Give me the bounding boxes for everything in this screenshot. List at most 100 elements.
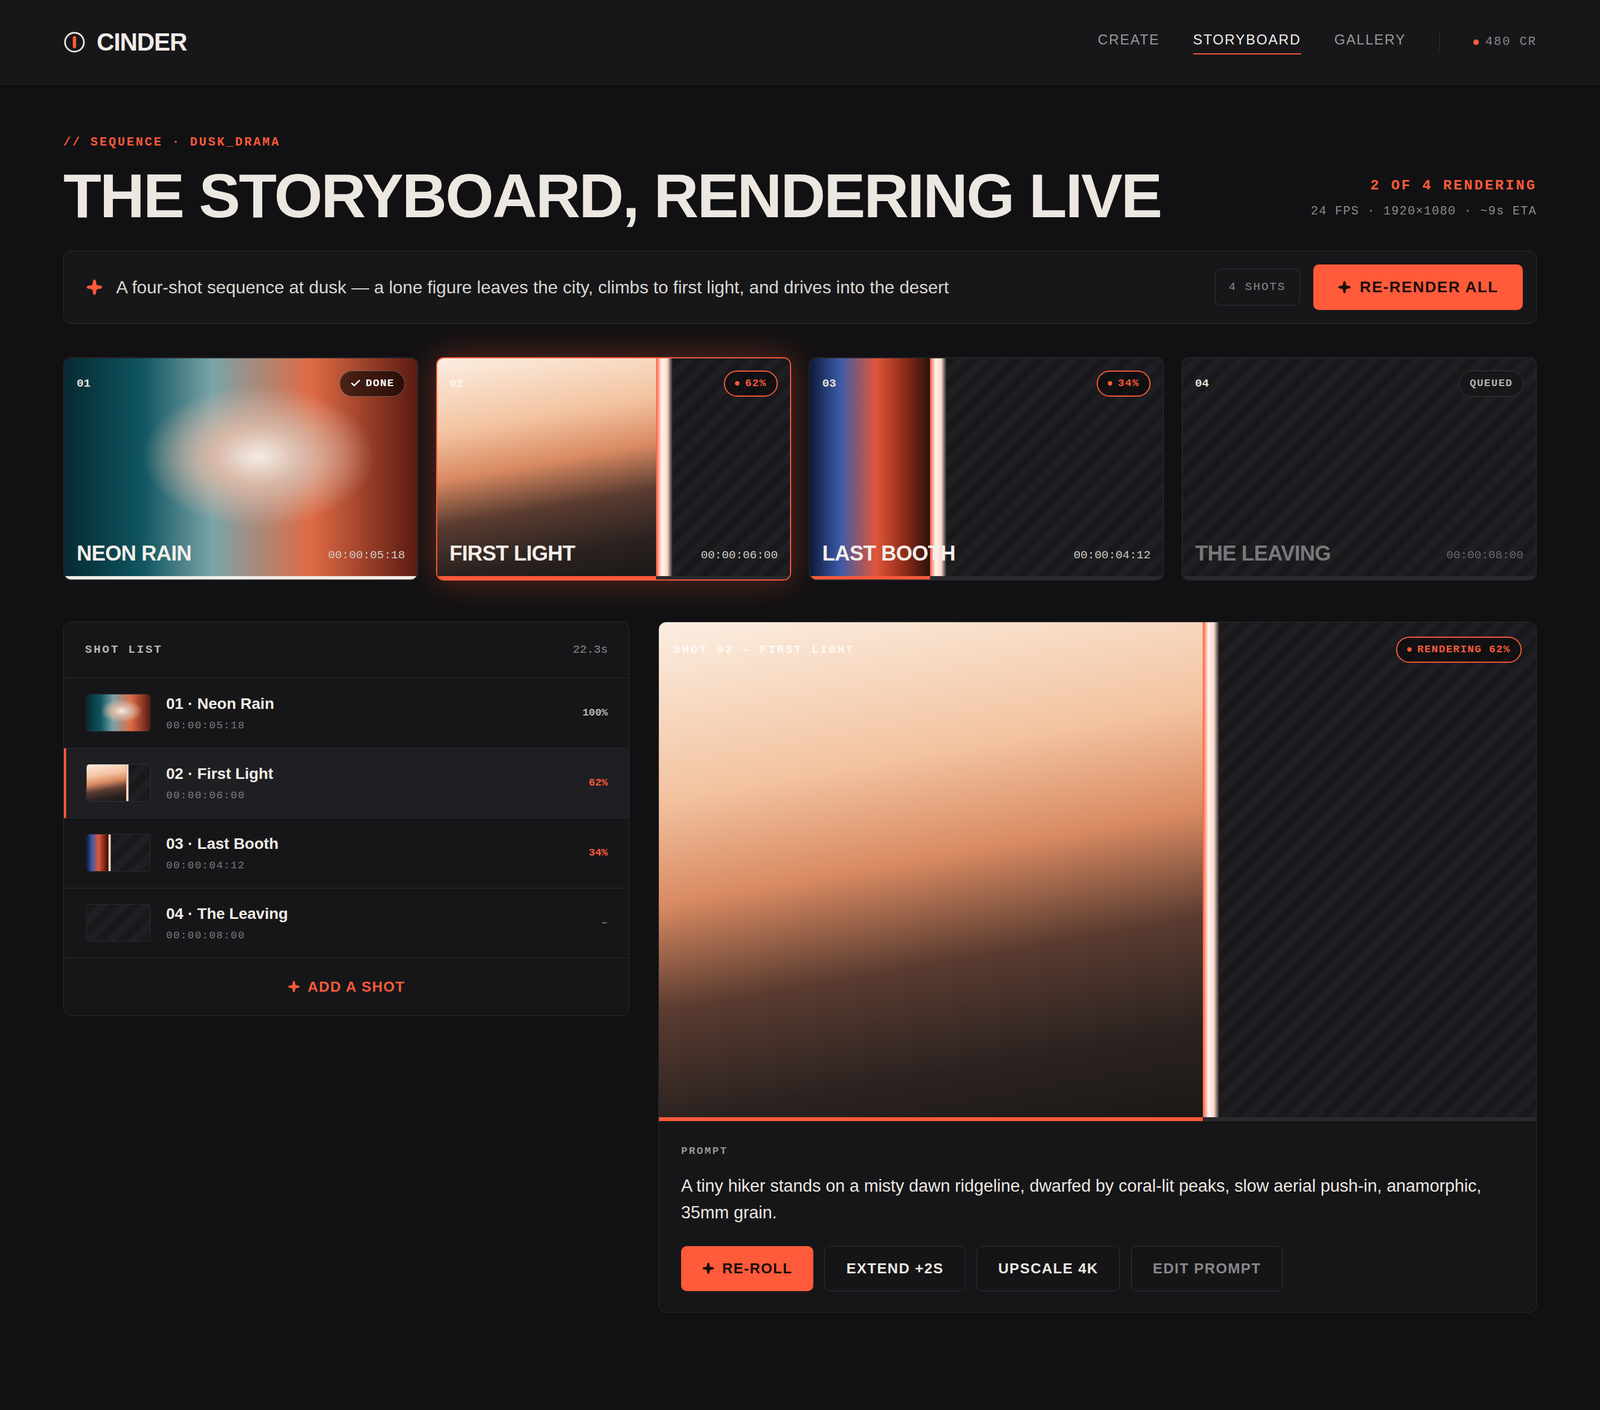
shot-row[interactable]: 03 · Last Booth00:00:04:12 34% <box>63 818 629 889</box>
shot-timecode: 00:00:04:12 <box>166 857 574 874</box>
storyboard: // SEQUENCE · DUSK_DRAMA THE STORYBOARD, … <box>0 84 1600 1402</box>
shot-timecode: 00:00:08:00 <box>166 927 587 944</box>
rendered-area <box>86 764 127 802</box>
progress-bar <box>1182 576 1536 580</box>
shot-name: 02 · First Light <box>166 762 574 786</box>
render-status: 2 OF 4 RENDERING24 FPS · 1920×1080 · ~9s… <box>1310 175 1537 228</box>
shot-card[interactable]: 02 62% FIRST LIGHT 00:00:06:00 <box>436 357 792 581</box>
shot-frame <box>86 764 150 802</box>
shot-title: LAST BOOTH <box>822 542 955 564</box>
shot-row[interactable]: 02 · First Light00:00:06:00 62% <box>63 748 629 819</box>
preview-progress <box>658 1117 1537 1122</box>
shot-percent: – <box>601 915 608 932</box>
status-badge: QUEUED <box>1458 370 1524 397</box>
shot-timecode: 00:00:05:18 <box>166 717 567 734</box>
sequence-prompt[interactable]: A four-shot sequence at dusk — a lone fi… <box>116 273 1202 301</box>
shot-percent: 34% <box>588 845 608 862</box>
status-badge: RENDERING 62% <box>1396 636 1522 663</box>
rendered-area <box>658 622 1203 1118</box>
shot-timecode: 00:00:06:00 <box>700 546 778 565</box>
main-nav: CREATE STORYBOARD GALLERY 480 CR <box>1097 29 1537 55</box>
re-render-all-button[interactable]: RE-RENDER ALL <box>1313 264 1523 310</box>
eyebrow: // SEQUENCE · DUSK_DRAMA <box>63 133 1162 152</box>
shot-number: 02 <box>449 370 464 393</box>
shot-title: THE LEAVING <box>1195 542 1331 564</box>
shot-timecode: 00:00:08:00 <box>1446 546 1524 565</box>
shot-thumbnail <box>86 763 151 802</box>
sparkle-icon <box>1337 280 1352 294</box>
prompt-bar: A four-shot sequence at dusk — a lone fi… <box>63 250 1537 324</box>
sparkle-icon <box>287 980 300 993</box>
shot-title: NEON RAIN <box>76 542 192 564</box>
shot-row[interactable]: 01 · Neon Rain00:00:05:18 100% <box>63 678 629 749</box>
check-icon <box>350 377 362 389</box>
shot-list: SHOT LIST 22.3s 01 · Neon Rain00:00:05:18 1… <box>63 621 630 1017</box>
page-title: THE STORYBOARD, RENDERING LIVE <box>63 165 1162 228</box>
logo[interactable]: CINDER <box>63 23 187 61</box>
rendered-area <box>86 694 150 732</box>
top-bar: CINDER CREATE STORYBOARD GALLERY 480 CR <box>0 0 1600 85</box>
prompt-label: PROMPT <box>681 1143 1514 1160</box>
pending-area <box>1219 622 1537 1118</box>
shot-number: 01 <box>76 370 91 393</box>
shot-thumbnail <box>86 903 151 942</box>
scan-line <box>656 358 673 577</box>
progress-bar <box>64 576 418 580</box>
shot-name: 01 · Neon Rain <box>166 692 567 716</box>
shot-percent: 62% <box>588 775 608 792</box>
status-badge: DONE <box>339 370 405 397</box>
shot-frame <box>86 904 150 942</box>
status-badge: 62% <box>723 370 778 397</box>
shot-count: 4 SHOTS <box>1215 268 1300 306</box>
pending-area <box>111 834 150 872</box>
shot-card[interactable]: 03 34% LAST BOOTH 00:00:04:12 <box>808 357 1164 581</box>
shot-prompt: A tiny hiker stands on a misty dawn ridg… <box>681 1172 1514 1227</box>
rendered-area <box>86 834 109 872</box>
sparkle-icon <box>702 1262 715 1275</box>
status-dot <box>1407 647 1412 652</box>
shot-name: 04 · The Leaving <box>166 902 587 926</box>
shot-percent: 100% <box>582 705 608 722</box>
nav-item[interactable]: STORYBOARD <box>1193 29 1302 55</box>
action-button[interactable]: EXTEND +2S <box>824 1246 965 1292</box>
shot-list-total: 22.3s <box>572 641 608 659</box>
shot-title: FIRST LIGHT <box>449 542 575 564</box>
status-badge: 34% <box>1096 370 1151 397</box>
shot-card[interactable]: 01 DONE NEON RAIN 00:00:05:18 <box>63 357 419 581</box>
shot-frame <box>658 622 1537 1118</box>
shot-frame <box>86 694 150 732</box>
shot-preview: SHOT 02 — FIRST LIGHT RENDERING 62% PROMPT… <box>658 621 1537 1313</box>
app: CINDER CREATE STORYBOARD GALLERY 480 CR // SE… <box>0 0 1600 1410</box>
shot-card[interactable]: 04 QUEUED THE LEAVING 00:00:08:00 <box>1181 357 1537 581</box>
action-button[interactable]: EDIT PROMPT <box>1131 1246 1283 1292</box>
sparkle-icon <box>86 278 103 296</box>
shot-number: 04 <box>1195 370 1209 393</box>
status-dot <box>1107 381 1113 386</box>
pending-area <box>86 904 150 942</box>
preview-label: SHOT 02 — FIRST LIGHT <box>673 636 855 659</box>
shot-thumbnail <box>86 693 151 732</box>
shot-cards: 01 DONE NEON RAIN 00:00:05:18 02 62% FIRST LIG… <box>63 357 1537 581</box>
shot-thumbnail <box>86 833 151 872</box>
scan-line <box>1202 622 1220 1118</box>
nav-divider <box>1439 32 1440 53</box>
action-button[interactable]: RE-ROLL <box>681 1246 814 1292</box>
pending-area <box>128 764 150 802</box>
preview-actions: RE-ROLLEXTEND +2SUPSCALE 4KEDIT PROMPT <box>681 1246 1514 1292</box>
shot-list-title: SHOT LIST <box>85 641 163 659</box>
credits-dot <box>1473 39 1479 45</box>
shot-row[interactable]: 04 · The Leaving00:00:08:00– <box>63 888 629 959</box>
progress-bar <box>810 576 1163 580</box>
add-shot-button[interactable]: ADD A SHOT <box>63 958 629 1016</box>
shot-timecode: 00:00:04:12 <box>1073 546 1151 565</box>
credits: 480 CR <box>1473 32 1537 52</box>
nav-item[interactable]: GALLERY <box>1334 29 1407 55</box>
nav-item[interactable]: CREATE <box>1097 29 1160 55</box>
shot-frame <box>86 834 150 872</box>
shot-number: 03 <box>822 370 837 393</box>
action-button[interactable]: UPSCALE 4K <box>976 1246 1120 1292</box>
shot-name: 03 · Last Booth <box>166 832 574 856</box>
status-dot <box>735 381 740 386</box>
shot-timecode: 00:00:06:00 <box>166 787 574 804</box>
shot-timecode: 00:00:05:18 <box>327 546 405 565</box>
